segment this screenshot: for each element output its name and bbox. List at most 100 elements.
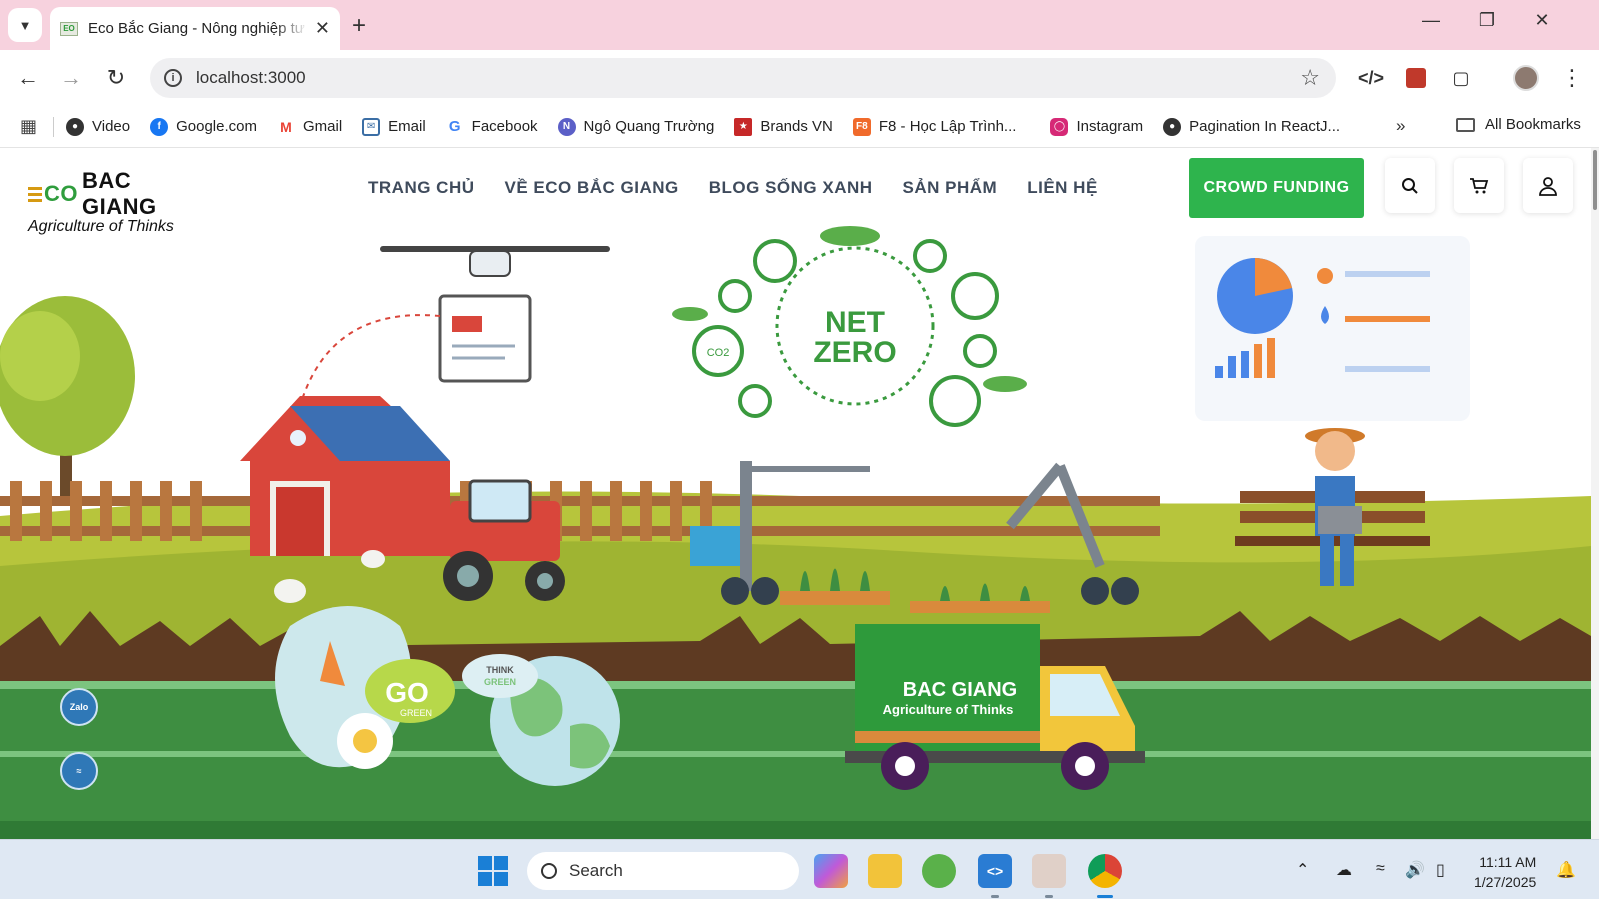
tab-strip: ▼ EO Eco Bắc Giang - Nông nghiệp tư ✕ + … xyxy=(0,0,1599,50)
copilot-icon[interactable] xyxy=(814,854,848,888)
start-button[interactable] xyxy=(478,856,508,891)
site-favicon-icon: EO xyxy=(60,21,78,36)
vscode-running-indicator xyxy=(991,895,999,898)
extension-red-icon[interactable] xyxy=(1402,64,1430,92)
volume-icon[interactable]: 🔊 xyxy=(1405,860,1425,880)
bookmark-star-icon[interactable]: ☆ xyxy=(1300,65,1320,91)
devtools-code-icon[interactable]: </> xyxy=(1357,64,1385,92)
eco-logo-mark-icon: CO xyxy=(28,181,78,207)
file-explorer-icon[interactable] xyxy=(868,854,902,888)
bookmark-label: Pagination In ReactJ... xyxy=(1189,118,1341,135)
bookmark-brands-vn[interactable]: ★ Brands VN xyxy=(734,117,833,136)
tab-close-icon[interactable]: ✕ xyxy=(315,18,330,39)
net-zero-graphic: NET ZERO CO2 xyxy=(672,226,1027,427)
all-bookmarks-button[interactable]: All Bookmarks xyxy=(1456,116,1581,133)
browser-toolbar: ← → ↻ i localhost:3000 ☆ </> ▢ ⋮ xyxy=(0,50,1599,106)
think-text: THINK xyxy=(486,665,514,675)
crowd-funding-button[interactable]: CROWD FUNDING xyxy=(1189,158,1364,218)
chrome-active-indicator xyxy=(1097,895,1113,898)
bookmark-pagination[interactable]: ● Pagination In ReactJ... xyxy=(1163,117,1341,136)
onedrive-cloud-icon[interactable]: ☁ xyxy=(1336,860,1352,880)
nav-item-home[interactable]: TRANG CHỦ xyxy=(368,178,475,198)
bookmark-label: Email xyxy=(388,118,426,135)
address-bar[interactable]: i localhost:3000 ☆ xyxy=(150,58,1336,98)
dashboard-graphic xyxy=(1195,236,1470,421)
bookmark-google[interactable]: f Google.com xyxy=(150,117,257,136)
bookmark-label: Google.com xyxy=(176,118,257,135)
browser-tab[interactable]: EO Eco Bắc Giang - Nông nghiệp tư ✕ xyxy=(50,7,340,50)
facebook-icon: f xyxy=(150,117,169,136)
bookmarks-bar: ▦ ● Video f Google.com M Gmail ✉ Email G Face… xyxy=(0,106,1599,148)
bookmark-gmail[interactable]: M Gmail xyxy=(276,117,342,136)
account-button[interactable] xyxy=(1523,158,1573,213)
clock-time: 11:11 AM xyxy=(1479,854,1537,870)
tab-search-chevron-icon[interactable]: ▼ xyxy=(8,8,42,42)
restore-icon[interactable]: ❐ xyxy=(1472,10,1502,31)
back-arrow-icon[interactable]: ← xyxy=(14,65,42,91)
instagram-icon: ◯ xyxy=(1050,117,1069,136)
zalo-chat-button[interactable]: Zalo xyxy=(60,688,98,726)
minimize-icon[interactable]: — xyxy=(1416,10,1446,31)
truck-tagline-text: Agriculture of Thinks xyxy=(883,702,1014,717)
forward-arrow-icon[interactable]: → xyxy=(57,65,85,91)
bookmark-label: Video xyxy=(92,118,131,135)
go-green-go-text: GO xyxy=(385,677,429,708)
nav-item-about[interactable]: VỀ ECO BẮC GIANG xyxy=(505,178,679,198)
apps-grid-icon[interactable]: ▦ xyxy=(20,116,37,137)
bookmark-email[interactable]: ✉ Email xyxy=(362,117,426,136)
scrollbar-thumb[interactable] xyxy=(1593,150,1597,210)
vscode-icon[interactable]: <> xyxy=(978,854,1012,888)
web-page: CO BAC GIANG Agriculture of Thinks TRANG… xyxy=(0,148,1599,839)
windows-logo-icon xyxy=(478,856,508,886)
chrome-icon[interactable] xyxy=(1088,854,1122,888)
nav-item-contact[interactable]: LIÊN HỆ xyxy=(1027,178,1098,198)
bookmark-label: F8 - Học Lập Trình... xyxy=(878,118,1017,135)
pinned-app-icon[interactable] xyxy=(1032,854,1066,888)
wifi-icon[interactable]: ≈ xyxy=(1376,860,1385,878)
pinned-app-running-indicator xyxy=(1045,895,1053,898)
tray-overflow-chevron-icon[interactable]: ⌃ xyxy=(1296,860,1309,880)
nav-item-products[interactable]: SẢN PHẨM xyxy=(903,178,998,198)
system-clock[interactable]: 11:11 AM 1/27/2025 xyxy=(1474,852,1536,892)
truck-logo-text: BAC GIANG xyxy=(903,679,1017,701)
cart-icon xyxy=(1470,177,1489,193)
tab-title: Eco Bắc Giang - Nông nghiệp tư xyxy=(88,20,305,37)
bookmark-label: Brands VN xyxy=(760,118,833,135)
site-icon: N xyxy=(557,117,576,136)
chat-app-icon[interactable] xyxy=(922,854,956,888)
bookmark-label: Facebook xyxy=(471,118,538,135)
bookmark-ngo-quang-truong[interactable]: N Ngô Quang Trường xyxy=(557,117,714,136)
profile-avatar-icon[interactable] xyxy=(1512,64,1540,92)
extensions-puzzle-icon[interactable]: ▢ xyxy=(1447,64,1475,92)
battery-icon[interactable]: ▯ xyxy=(1436,860,1445,880)
mail-icon: ✉ xyxy=(362,117,381,136)
new-tab-plus-icon[interactable]: + xyxy=(352,12,366,40)
reload-icon[interactable]: ↻ xyxy=(102,65,130,91)
more-bookmarks-chevron-icon[interactable]: » xyxy=(1396,116,1405,136)
globe-icon: ● xyxy=(1163,117,1182,136)
bookmark-facebook[interactable]: G Facebook xyxy=(445,117,538,136)
taskbar-search-label: Search xyxy=(569,861,623,880)
bookmark-video[interactable]: ● Video xyxy=(66,117,131,136)
green-text: GREEN xyxy=(484,677,516,687)
drone-graphic xyxy=(299,246,610,407)
zalo-icon: Zalo xyxy=(69,702,89,712)
site-info-icon[interactable]: i xyxy=(164,69,182,87)
taskbar-search[interactable]: Search xyxy=(527,852,799,890)
notification-bell-icon[interactable]: 🔔 xyxy=(1556,860,1576,880)
bookmarks-divider xyxy=(53,116,55,137)
page-scrollbar[interactable] xyxy=(1591,148,1599,839)
window-close-icon[interactable]: ✕ xyxy=(1527,10,1557,31)
google-icon: G xyxy=(445,117,464,136)
clock-date: 1/27/2025 xyxy=(1474,874,1537,890)
search-button[interactable] xyxy=(1385,158,1435,213)
chrome-menu-icon[interactable]: ⋮ xyxy=(1558,64,1586,92)
bookmark-f8[interactable]: F8 F8 - Học Lập Trình... xyxy=(852,117,1017,136)
cart-button[interactable] xyxy=(1454,158,1504,213)
messenger-chat-button[interactable]: ≈ xyxy=(60,752,98,790)
all-bookmarks-label: All Bookmarks xyxy=(1485,116,1581,133)
bookmark-instagram[interactable]: ◯ Instagram xyxy=(1050,117,1143,136)
url-text: localhost:3000 xyxy=(196,68,306,87)
nav-item-blog[interactable]: BLOG SỐNG XANH xyxy=(709,178,873,198)
gmail-icon: M xyxy=(276,117,295,136)
